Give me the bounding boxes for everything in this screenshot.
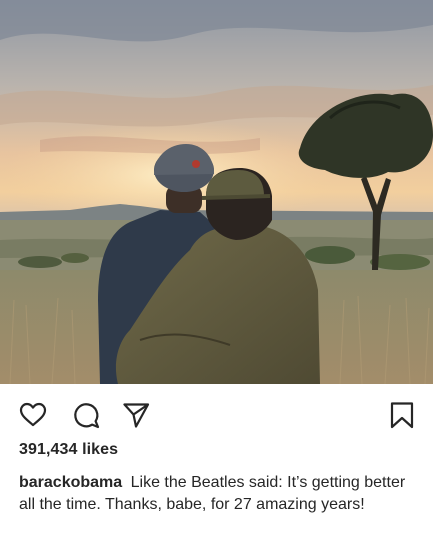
post-photo-image <box>0 0 433 384</box>
caption-username[interactable]: barackobama <box>19 474 122 491</box>
post-photo[interactable] <box>0 0 433 384</box>
bookmark-icon[interactable] <box>388 401 416 429</box>
send-icon[interactable] <box>122 401 150 429</box>
post-actions-bar <box>0 401 433 429</box>
likes-count[interactable]: 391,434 likes <box>19 441 118 459</box>
instagram-post: 391,434 likes barackobama Like the Beatl… <box>0 0 433 537</box>
post-caption: barackobama Like the Beatles said: It’s … <box>19 472 414 515</box>
comment-icon[interactable] <box>72 401 100 429</box>
heart-icon[interactable] <box>19 401 47 429</box>
